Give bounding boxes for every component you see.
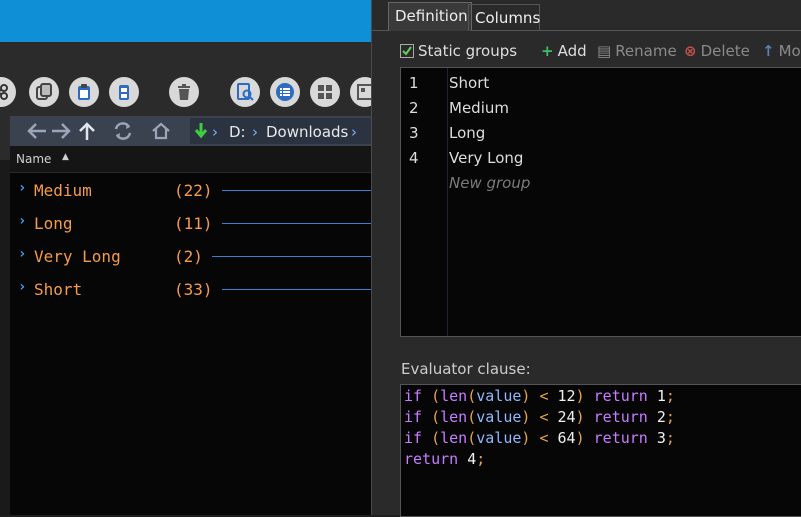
group-divider (222, 190, 371, 191)
tab-columns[interactable]: Columns (468, 4, 540, 31)
delete-label: Delete (700, 42, 750, 60)
group-label: Very Long (449, 149, 524, 167)
desktop-background (0, 0, 371, 42)
breadcrumb-folder[interactable]: Downloads (266, 123, 348, 141)
copy-icon (36, 83, 52, 100)
group-number: 4 (409, 149, 419, 167)
code-line: if (len(value) < 12) return 1; (404, 387, 675, 405)
evaluator-label: Evaluator clause: (401, 360, 531, 378)
group-definition-dialog: Definition Columns Static groups + Add ▤ R… (371, 0, 801, 517)
list-item[interactable]: 4 Very Long (401, 146, 801, 170)
delete-group-button[interactable]: ⊗ Delete (684, 42, 750, 60)
explorer-window: › D: › Downloads › Name ▲ › Medium (22) … (0, 0, 380, 515)
chevron-right-icon: › (18, 279, 27, 295)
new-group-placeholder: New group (449, 174, 531, 192)
list-item[interactable]: 3 Long (401, 121, 801, 145)
address-bar[interactable]: › D: › Downloads › (190, 118, 371, 144)
breadcrumb-separator: › (252, 123, 258, 141)
group-header[interactable]: › Short (33) (10, 277, 371, 301)
evaluator-editor[interactable]: if (len(value) < 12) return 1; if (len(v… (400, 384, 801, 517)
refresh-icon[interactable] (112, 121, 134, 141)
group-label: Short (449, 74, 490, 92)
move-up-button[interactable]: ↑ Mo (762, 42, 801, 60)
new-group-row[interactable]: New group (401, 171, 801, 195)
group-name: Long (34, 214, 73, 233)
breadcrumb-separator: › (212, 123, 218, 141)
copy-button[interactable] (29, 77, 59, 107)
plus-icon: + (541, 42, 554, 60)
group-header[interactable]: › Very Long (2) (10, 244, 371, 268)
forward-arrow-icon[interactable] (50, 121, 72, 141)
code-line: return 4; (404, 450, 486, 468)
rename-icon: ▤ (597, 42, 612, 60)
grid-icon (318, 85, 332, 99)
breadcrumb-drive[interactable]: D: (229, 123, 246, 141)
tab-strip: Definition Columns (372, 0, 801, 31)
group-count: (11) (174, 214, 213, 233)
group-label: Medium (449, 99, 509, 117)
group-number: 1 (409, 74, 419, 92)
rename-label: Rename (615, 42, 677, 60)
sort-ascending-icon: ▲ (62, 152, 69, 162)
list-view-button[interactable] (270, 77, 300, 107)
delete-x-icon: ⊗ (684, 42, 697, 60)
paste-special-button[interactable] (109, 77, 139, 107)
tab-definition[interactable]: Definition (388, 2, 472, 31)
column-header-name[interactable]: Name ▲ (10, 146, 371, 173)
group-name: Medium (34, 181, 92, 200)
chevron-right-icon: › (18, 213, 27, 229)
trash-icon (178, 84, 190, 100)
column-name-label: Name (16, 152, 52, 166)
download-arrow-icon (194, 123, 208, 139)
group-name: Very Long (34, 247, 121, 266)
back-arrow-icon[interactable] (26, 121, 48, 141)
navigation-bar: › D: › Downloads › (10, 116, 371, 146)
scissors-icon (0, 84, 8, 100)
file-list: Name ▲ › Medium (22) › Long (11) › Very … (10, 146, 371, 515)
move-label: Mo (778, 42, 801, 60)
group-divider (222, 289, 371, 290)
document-search-icon (237, 83, 254, 101)
group-list[interactable]: 1 Short 2 Medium 3 Long 4 Very Long New … (400, 67, 801, 337)
group-number: 3 (409, 124, 419, 142)
rename-button[interactable]: ▤ Rename (597, 42, 677, 60)
list-item[interactable]: 1 Short (401, 71, 801, 95)
group-header[interactable]: › Medium (22) (10, 178, 371, 202)
add-label: Add (557, 42, 587, 60)
paste-button[interactable] (69, 77, 99, 107)
group-count: (33) (174, 280, 213, 299)
clipboard-icon (78, 84, 90, 100)
list-item[interactable]: 2 Medium (401, 96, 801, 120)
group-divider (212, 256, 371, 257)
delete-button[interactable] (169, 77, 199, 107)
up-arrow-icon[interactable] (76, 121, 98, 141)
paste-special-icon (119, 85, 129, 100)
arrow-up-icon: ↑ (762, 42, 775, 60)
group-name: Short (34, 280, 83, 299)
group-header[interactable]: › Long (11) (10, 211, 371, 235)
folder-tree-edge (0, 160, 10, 515)
list-icon (276, 83, 294, 101)
checkbox-checked-icon (400, 44, 414, 58)
add-button[interactable]: + Add (541, 42, 587, 60)
group-label: Long (449, 124, 486, 142)
group-divider (222, 223, 371, 224)
code-line: if (len(value) < 64) return 3; (404, 429, 675, 447)
group-number: 2 (409, 99, 419, 117)
find-button[interactable] (230, 77, 260, 107)
group-count: (22) (174, 181, 213, 200)
static-groups-label: Static groups (418, 42, 518, 60)
chevron-right-icon: › (18, 246, 27, 262)
chevron-right-icon: › (18, 180, 27, 196)
code-line: if (len(value) < 24) return 2; (404, 408, 675, 426)
breadcrumb-separator: › (351, 123, 357, 141)
group-count: (2) (174, 247, 203, 266)
home-icon[interactable] (150, 121, 172, 141)
group-view-button[interactable] (310, 77, 340, 107)
